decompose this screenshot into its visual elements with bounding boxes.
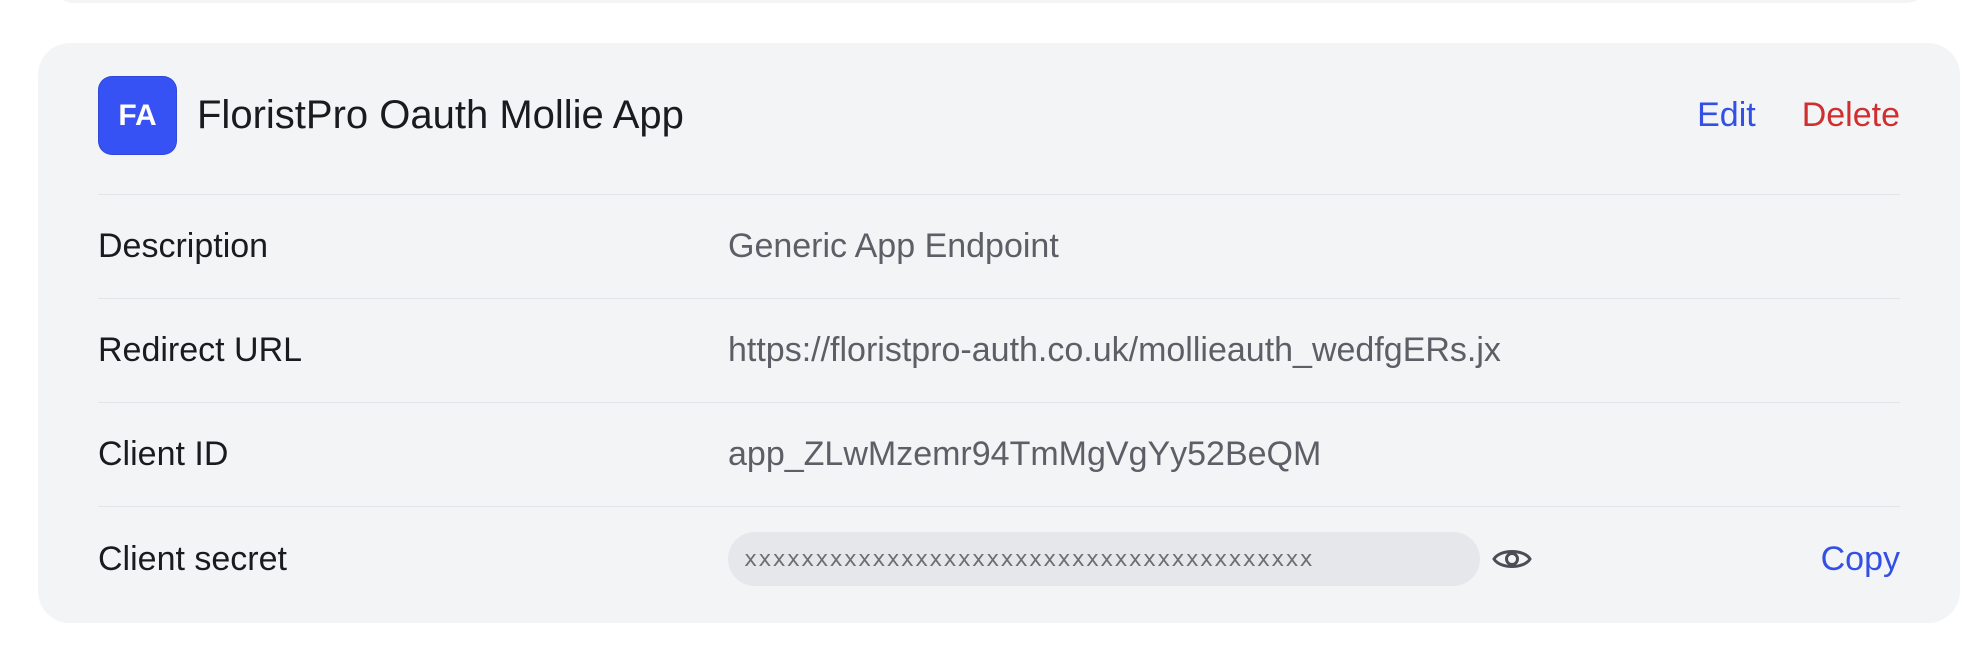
client-secret-row: Client secret xxxxxxxxxxxxxxxxxxxxxxxxxx… [98,507,1900,611]
edit-button[interactable]: Edit [1697,96,1756,135]
card-header: FA FloristPro Oauth Mollie App Edit Dele… [98,43,1900,195]
app-avatar: FA [98,76,177,155]
redirect-url-value: https://floristpro-auth.co.uk/mollieauth… [728,331,1501,369]
redirect-url-row: Redirect URL https://floristpro-auth.co.… [98,299,1900,403]
description-value: Generic App Endpoint [728,227,1059,265]
description-label: Description [98,227,269,265]
client-secret-label: Client secret [98,539,287,578]
previous-card-edge [52,0,1928,3]
app-title: FloristPro Oauth Mollie App [197,93,684,137]
redirect-url-label: Redirect URL [98,331,303,369]
client-id-value: app_ZLwMzemr94TmMgVgYy52BeQM [728,435,1322,473]
client-id-label: Client ID [98,435,229,473]
eye-icon[interactable] [1490,537,1534,581]
description-row: Description Generic App Endpoint [98,195,1900,299]
copy-button[interactable]: Copy [1821,540,1900,579]
header-actions: Edit Delete [1697,96,1900,135]
page: FA FloristPro Oauth Mollie App Edit Dele… [0,0,1980,645]
delete-button[interactable]: Delete [1802,96,1900,135]
oauth-app-card: FA FloristPro Oauth Mollie App Edit Dele… [38,43,1960,623]
client-secret-field: xxxxxxxxxxxxxxxxxxxxxxxxxxxxxxxxxxxxxxxx [728,532,1480,586]
client-id-row: Client ID app_ZLwMzemr94TmMgVgYy52BeQM [98,403,1900,507]
